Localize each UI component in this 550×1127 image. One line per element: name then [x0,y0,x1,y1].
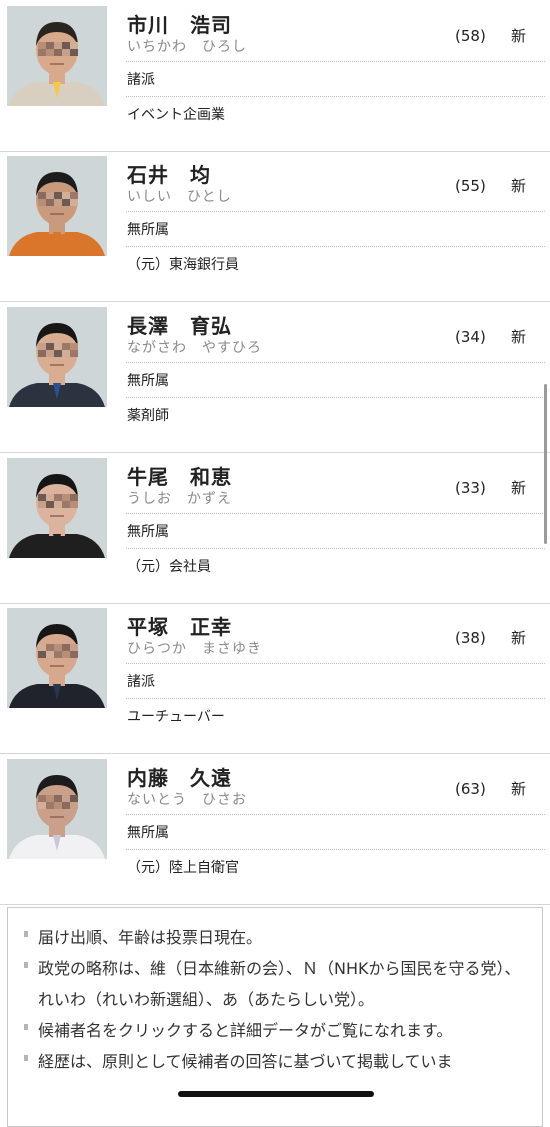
candidate-card[interactable]: 内藤 久遠 ないとう ひさお (63) 新 無所属 （元）陸上自衛官 [0,753,550,905]
note-item: 届け出順、年齢は投票日現在。 [24,922,528,953]
candidate-career: （元）会社員 [127,559,211,575]
candidate-name[interactable]: 牛尾 和恵 [127,461,232,490]
note-item: 政党の略称は、維（日本維新の会）、Ｎ（NHKから国民を守る党）、れいわ（れいわ新… [24,953,528,1015]
candidate-card[interactable]: 石井 均 いしい ひとし (55) 新 無所属 （元）東海銀行員 [0,150,550,302]
candidate-photo[interactable] [7,156,107,256]
row-divider [126,548,545,549]
candidate-status: 新 [511,479,527,497]
note-item: 候補者名をクリックすると詳細データがご覧になれます。 [24,1015,528,1046]
candidate-age: (55) [455,177,486,195]
candidate-name[interactable]: 内藤 久遠 [127,762,232,791]
portrait-illustration [9,775,105,859]
row-divider [126,211,545,212]
candidate-name[interactable]: 平塚 正幸 [127,611,232,640]
candidate-career: イベント企画業 [127,107,225,123]
portrait-illustration [9,624,105,708]
candidate-status: 新 [511,780,527,798]
candidate-card[interactable]: 長澤 育弘 ながさわ やすひろ (34) 新 無所属 薬剤師 [0,301,550,453]
candidate-party: 無所属 [127,524,169,540]
row-divider [126,61,545,62]
candidate-career: （元）陸上自衛官 [127,860,239,876]
row-divider [126,397,545,398]
candidate-photo[interactable] [7,307,107,407]
candidate-status: 新 [511,27,527,45]
candidate-career: （元）東海銀行員 [127,257,239,273]
row-divider [126,663,545,664]
row-divider [126,513,545,514]
candidate-status: 新 [511,328,527,346]
candidate-party: 無所属 [127,825,169,841]
candidate-status: 新 [511,629,527,647]
candidate-name[interactable]: 長澤 育弘 [127,310,232,339]
candidate-age: (34) [455,328,486,346]
candidate-career: 薬剤師 [127,408,169,424]
candidate-card[interactable]: 市川 浩司 いちかわ ひろし (58) 新 諸派 イベント企画業 [0,0,550,152]
candidate-name-kana: ないとう ひさお [127,792,247,808]
candidate-party: 無所属 [127,222,169,238]
row-divider [126,814,545,815]
candidate-career: ユーチューバー [127,709,225,725]
portrait-illustration [9,323,105,407]
candidate-photo[interactable] [7,458,107,558]
candidate-photo[interactable] [7,759,107,859]
candidate-age: (38) [455,629,486,647]
candidate-card[interactable]: 牛尾 和恵 うしお かずえ (33) 新 無所属 （元）会社員 [0,452,550,604]
note-item: 経歴は、原則として候補者の回答に基づいて掲載していま [24,1046,528,1077]
candidate-name-kana: いちかわ ひろし [127,39,247,55]
row-divider [126,96,545,97]
portrait-illustration [9,172,105,256]
candidate-age: (58) [455,27,486,45]
candidate-name[interactable]: 石井 均 [127,159,211,188]
candidate-name-kana: うしお かずえ [127,491,232,507]
row-divider [126,362,545,363]
portrait-illustration [9,22,105,106]
candidate-name-kana: ひらつか まさゆき [127,641,262,657]
candidate-party: 諸派 [127,674,155,690]
row-divider [126,246,545,247]
portrait-illustration [9,474,105,558]
candidate-name-kana: いしい ひとし [127,189,232,205]
candidate-name-kana: ながさわ やすひろ [127,340,262,356]
candidate-party: 無所属 [127,373,169,389]
candidate-card[interactable]: 平塚 正幸 ひらつか まさゆき (38) 新 諸派 ユーチューバー [0,602,550,754]
candidate-age: (33) [455,479,486,497]
candidate-party: 諸派 [127,72,155,88]
candidate-name[interactable]: 市川 浩司 [127,9,232,38]
row-divider [126,849,545,850]
row-divider [126,698,545,699]
candidate-photo[interactable] [7,6,107,106]
scrollbar[interactable] [544,384,547,544]
candidate-age: (63) [455,780,486,798]
candidate-status: 新 [511,177,527,195]
home-indicator[interactable] [178,1091,374,1097]
candidate-photo[interactable] [7,608,107,708]
